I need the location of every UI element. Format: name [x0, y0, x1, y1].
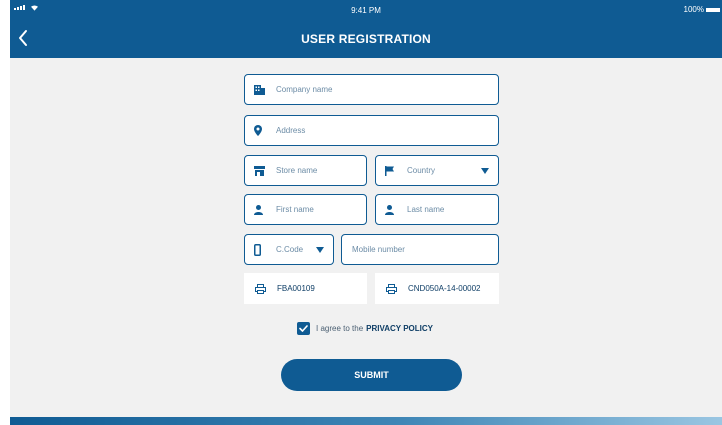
printer-icon — [255, 283, 277, 294]
bottom-gradient-bar — [10, 417, 722, 425]
privacy-checkbox[interactable] — [297, 321, 310, 335]
printer-icon — [386, 283, 408, 294]
privacy-agreement: I agree to the PRIVACY POLICY — [297, 321, 433, 335]
store-name-placeholder: Store name — [276, 166, 318, 175]
status-bar: 9:41 PM 100% — [10, 0, 722, 20]
page-title: USER REGISTRATION — [301, 32, 431, 46]
submit-button[interactable]: SUBMIT — [281, 359, 462, 391]
checkmark-icon — [299, 324, 308, 332]
privacy-policy-link[interactable]: PRIVACY POLICY — [366, 324, 433, 333]
company-name-field[interactable]: Company name — [244, 74, 499, 105]
country-select[interactable]: Country — [375, 155, 499, 186]
last-name-field[interactable]: Last name — [375, 194, 499, 225]
dropdown-caret-icon — [316, 246, 324, 253]
first-name-placeholder: First name — [276, 205, 314, 214]
device-id-field-2: CND050A-14-00002 — [375, 273, 499, 304]
address-placeholder: Address — [276, 126, 306, 135]
battery-percentage: 100% — [683, 5, 704, 14]
country-placeholder: Country — [407, 166, 436, 175]
person-icon — [254, 204, 276, 215]
agreement-text: I agree to the — [316, 323, 364, 333]
phone-icon — [254, 243, 276, 256]
person-icon — [385, 204, 407, 215]
first-name-field[interactable]: First name — [244, 194, 367, 225]
device-id-field-1: FBA00109 — [244, 273, 367, 304]
store-name-field[interactable]: Store name — [244, 155, 367, 186]
country-code-placeholder: C.Code — [276, 245, 304, 254]
mobile-number-field[interactable]: Mobile number — [341, 234, 499, 265]
building-icon — [254, 84, 276, 95]
location-pin-icon — [254, 125, 276, 136]
flag-icon — [385, 165, 407, 176]
device-id-value-2: CND050A-14-00002 — [408, 284, 481, 293]
mobile-number-placeholder: Mobile number — [352, 245, 405, 254]
navigation-bar: USER REGISTRATION — [10, 20, 722, 58]
address-field[interactable]: Address — [244, 115, 499, 146]
status-time: 9:41 PM — [351, 6, 381, 15]
battery-icon — [706, 8, 720, 12]
last-name-placeholder: Last name — [407, 205, 445, 214]
store-icon — [254, 165, 276, 176]
dropdown-caret-icon — [481, 167, 489, 174]
device-id-value-1: FBA00109 — [277, 284, 315, 293]
country-code-select[interactable]: C.Code — [244, 234, 334, 265]
company-name-placeholder: Company name — [276, 85, 333, 94]
